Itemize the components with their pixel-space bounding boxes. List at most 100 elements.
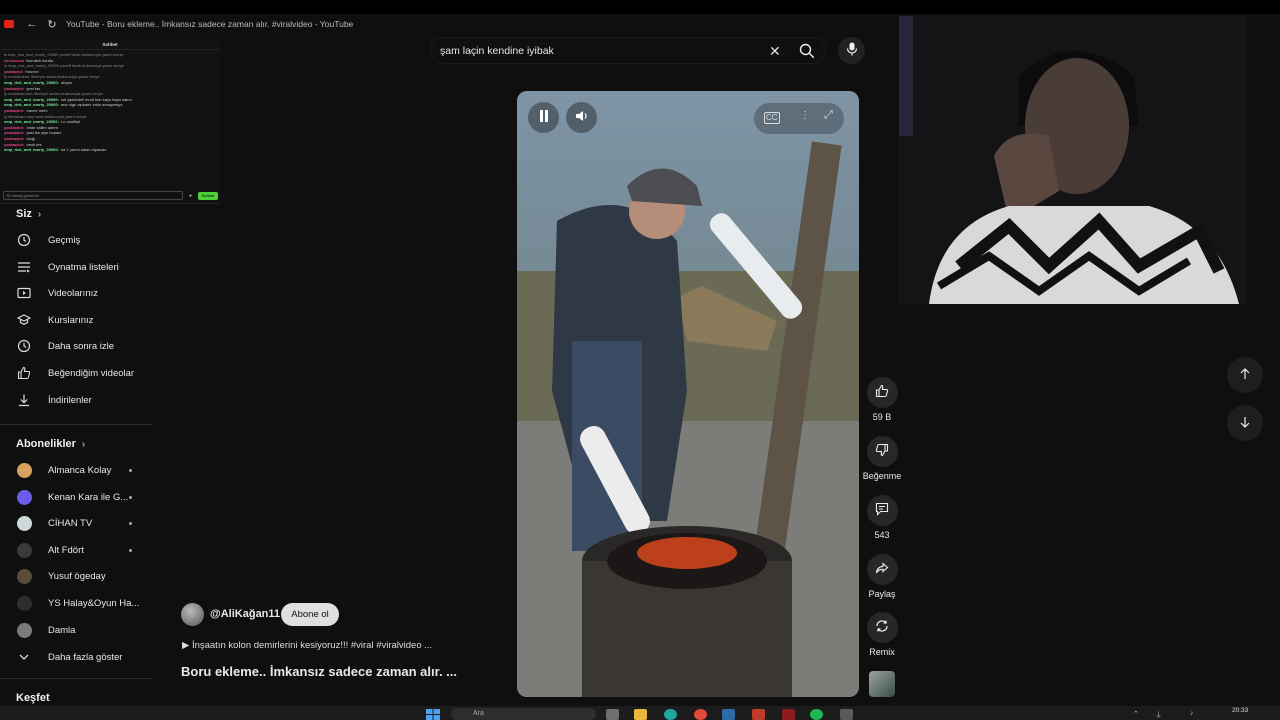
sidebar-section-explore: Keşfet bbox=[16, 692, 50, 704]
volume-button[interactable] bbox=[566, 102, 597, 133]
chat-username[interactable]: xxxxxxxxx bbox=[4, 58, 24, 63]
chat-text: Nurullah Asrdla bbox=[26, 57, 54, 63]
chevron-down-icon bbox=[16, 649, 32, 665]
sidebar-item-history[interactable]: Geçmiş bbox=[0, 227, 152, 253]
window-top-bar bbox=[0, 0, 1280, 14]
file-explorer-icon[interactable] bbox=[634, 709, 647, 720]
steam-icon[interactable] bbox=[722, 709, 735, 720]
sidebar-show-more[interactable]: Daha fazla göster bbox=[0, 644, 152, 670]
chat-username[interactable]: yzakaçkıri: bbox=[4, 142, 24, 147]
sidebar-subscription-item[interactable]: YS Halay&Oyun Ha... bbox=[0, 590, 152, 616]
tray-volume-icon[interactable]: ♪ bbox=[1190, 710, 1194, 717]
pause-button[interactable] bbox=[528, 102, 559, 133]
section-title-you: Siz bbox=[16, 208, 32, 220]
captions-icon[interactable]: CC bbox=[764, 112, 780, 124]
chat-username[interactable]: yzakaçkıri: bbox=[4, 136, 24, 141]
windows-start-icon[interactable] bbox=[426, 709, 440, 720]
app-icon[interactable] bbox=[782, 709, 795, 720]
sidebar-subscription-item[interactable]: Damla bbox=[0, 617, 152, 643]
chat-username[interactable]: yzakaçkıri: bbox=[4, 125, 24, 130]
discord-icon[interactable] bbox=[840, 709, 853, 720]
sidebar-subscription-item[interactable]: Alt Fdört bbox=[0, 537, 152, 563]
channel-avatar-icon bbox=[16, 515, 32, 531]
playlists-icon bbox=[16, 259, 32, 275]
youtube-app-icon[interactable] bbox=[752, 709, 765, 720]
chat-username[interactable]: yzakaçkıri: bbox=[4, 108, 24, 113]
previous-short-button[interactable] bbox=[1227, 357, 1263, 393]
chat-username[interactable]: emp_rick_and_morty_20060: bbox=[4, 102, 59, 107]
emoji-icon[interactable]: ● bbox=[189, 193, 192, 199]
chat-username[interactable]: yzakaçkıri: bbox=[4, 86, 24, 91]
clear-search-icon[interactable]: ✕ bbox=[769, 43, 781, 60]
voice-search-button[interactable] bbox=[838, 37, 865, 64]
sound-thumbnail[interactable] bbox=[869, 671, 895, 697]
more-options-icon[interactable]: ⋮ bbox=[800, 110, 810, 121]
sidebar-subscription-item[interactable]: CİHAN TV bbox=[0, 510, 152, 536]
sidebar-item-liked-videos[interactable]: Beğendiğim videolar bbox=[0, 360, 152, 386]
spotify-icon[interactable] bbox=[810, 709, 823, 720]
video-frame bbox=[517, 91, 859, 697]
sidebar-section-you[interactable]: Siz › bbox=[16, 208, 41, 220]
chat-username[interactable]: emp_rick_and_morty_20060: bbox=[4, 119, 59, 124]
reload-icon[interactable]: ↻ bbox=[46, 18, 58, 31]
share-icon bbox=[875, 561, 889, 578]
next-short-button[interactable] bbox=[1227, 405, 1263, 441]
sidebar-item-downloads[interactable]: İndirilenler bbox=[0, 387, 152, 413]
chat-send-button[interactable]: Sohbet bbox=[198, 191, 219, 200]
taskbar-clock[interactable]: 20:33 bbox=[1232, 707, 1248, 714]
share-action[interactable]: Paylaş bbox=[864, 554, 900, 599]
new-content-dot bbox=[129, 521, 132, 525]
remix-label: Remix bbox=[869, 647, 895, 657]
comment-count: 543 bbox=[874, 530, 890, 540]
chat-username[interactable]: yzakaçkıri bbox=[4, 69, 23, 74]
sidebar-subscription-item[interactable]: Yusuf ögeday bbox=[0, 563, 152, 589]
comments-button[interactable] bbox=[866, 495, 898, 526]
tray-network-icon[interactable]: ⏚ bbox=[1155, 710, 1162, 720]
video-top-controls: CC ⋮ ⤢ bbox=[754, 103, 844, 134]
comments-action[interactable]: 543 bbox=[864, 495, 900, 540]
remix-button[interactable] bbox=[866, 612, 898, 643]
chat-text: yest tas bbox=[26, 85, 41, 91]
channel-avatar[interactable] bbox=[181, 603, 204, 626]
sidebar-section-subscriptions[interactable]: Abonelikler › bbox=[16, 438, 85, 450]
sidebar-item-playlists[interactable]: Oynatma listeleri bbox=[0, 254, 152, 280]
sidebar-subscription-item[interactable]: Almanca Kolay bbox=[0, 457, 152, 483]
avatar bbox=[16, 489, 32, 505]
edge-icon[interactable] bbox=[664, 709, 677, 720]
search-icon[interactable] bbox=[798, 42, 816, 60]
share-button[interactable] bbox=[866, 554, 898, 585]
task-view-icon[interactable] bbox=[606, 709, 619, 720]
chat-text: İy vustabaeırom Ifdıreyıe sadan bullanıc… bbox=[4, 91, 103, 97]
channel-name[interactable]: @AliKağan11 bbox=[210, 608, 280, 620]
chat-username[interactable]: emp_rick_and_morty_20060: bbox=[4, 97, 59, 102]
back-icon[interactable]: ← bbox=[26, 18, 38, 30]
taskbar-search[interactable]: Ara bbox=[451, 708, 596, 720]
sidebar-divider bbox=[0, 424, 152, 425]
subscribe-button[interactable]: Abone ol bbox=[281, 603, 339, 626]
search-bar[interactable]: şam laçin kendine iyibak ✕ bbox=[430, 37, 826, 64]
sidebar-item-your-videos[interactable]: Videolarınız bbox=[0, 280, 152, 306]
tray-chevron-icon[interactable]: ⌃ bbox=[1133, 710, 1139, 718]
video-title[interactable]: Boru ekleme.. İmkansız sadece zaman alır… bbox=[181, 664, 457, 679]
search-input[interactable]: şam laçin kendine iyibak bbox=[440, 45, 554, 57]
shorts-video-player[interactable]: CC ⋮ ⤢ bbox=[517, 91, 859, 697]
like-button[interactable] bbox=[866, 377, 898, 408]
sidebar-subscription-item[interactable]: Kenan Kara ile G... bbox=[0, 484, 152, 510]
sidebar-item-label: Oynatma listeleri bbox=[48, 261, 119, 273]
dislike-button[interactable] bbox=[866, 436, 898, 467]
sidebar-item-courses[interactable]: Kurslarınız bbox=[0, 307, 152, 333]
chat-input[interactable]: Bi mesaj gönderin bbox=[3, 191, 183, 200]
dislike-action[interactable]: Beğenme bbox=[863, 436, 901, 481]
fullscreen-icon[interactable]: ⤢ bbox=[824, 109, 833, 122]
chat-text: İy ekmakapı toky saak bullanıcıya yaanl … bbox=[4, 113, 87, 119]
sidebar-item-watch-later[interactable]: Daha sonra izle bbox=[0, 333, 152, 359]
chrome-icon[interactable] bbox=[694, 709, 707, 720]
chat-username[interactable]: emp_rick_and_morty_20060: bbox=[4, 147, 59, 152]
chat-username[interactable]: yzakaçkıri: bbox=[4, 130, 24, 135]
video-description[interactable]: ▶ İnşaatın kolon demirlerini kesiyoruz!!… bbox=[182, 640, 432, 651]
like-action[interactable]: 59 B bbox=[864, 377, 900, 422]
channel-avatar-icon bbox=[16, 622, 32, 638]
chat-username[interactable]: emp_rick_and_morty_20060: bbox=[4, 80, 59, 85]
avatar bbox=[16, 622, 32, 638]
remix-action[interactable]: Remix bbox=[864, 612, 900, 657]
